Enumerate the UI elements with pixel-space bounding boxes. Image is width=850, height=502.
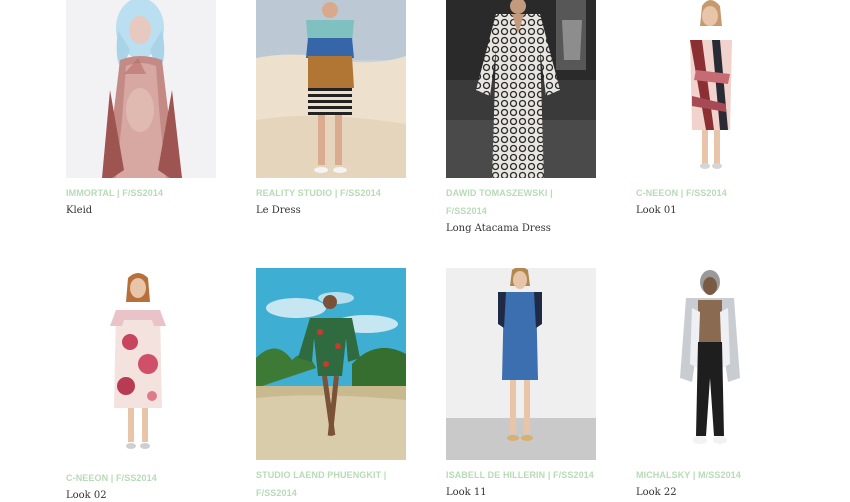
product-card-look-22[interactable]: MICHALSKY | M/SS2014 Look 22 [636, 268, 786, 502]
product-card-look-02[interactable]: C-NEEON | F/SS2014 Look 02 [66, 268, 216, 502]
product-photo [636, 268, 786, 460]
product-photo [66, 268, 216, 463]
product-card-le-dress[interactable]: REALITY STUDIO | F/SS2014 Le Dress [256, 0, 406, 220]
product-photo [256, 268, 406, 460]
product-card-kleid[interactable]: IMMORTAL | F/SS2014 Kleid [66, 0, 216, 220]
designer-label[interactable]: IMMORTAL | F/SS2014 [66, 184, 216, 202]
designer-label[interactable]: ISABELL DE HILLERIN | F/SS2014 [446, 466, 596, 484]
product-card-look-01[interactable]: C-NEEON | F/SS2014 Look 01 [636, 0, 786, 220]
product-title[interactable]: Look 02 [66, 487, 216, 502]
product-card-look-11[interactable]: ISABELL DE HILLERIN | F/SS2014 Look 11 [446, 268, 596, 502]
product-card-studio-laend[interactable]: STUDIO LAEND PHUENGKIT | F/SS2014 [256, 268, 406, 502]
product-image-look-01[interactable] [636, 0, 786, 178]
product-image-look-11[interactable] [446, 268, 596, 460]
product-photo [636, 0, 786, 178]
designer-label[interactable]: C-NEEON | F/SS2014 [66, 469, 216, 487]
product-title[interactable]: Long Atacama Dress [446, 220, 596, 238]
designer-label[interactable]: C-NEEON | F/SS2014 [636, 184, 786, 202]
product-image-look-22[interactable] [636, 268, 786, 460]
product-photo [446, 268, 596, 460]
product-photo [446, 0, 596, 178]
product-image-kleid[interactable] [66, 0, 216, 178]
designer-label[interactable]: MICHALSKY | M/SS2014 [636, 466, 786, 484]
designer-label[interactable]: REALITY STUDIO | F/SS2014 [256, 184, 406, 202]
product-title[interactable]: Look 22 [636, 484, 786, 502]
product-title[interactable]: Look 01 [636, 202, 786, 220]
product-image-studio-laend[interactable] [256, 268, 406, 460]
designer-label[interactable]: STUDIO LAEND PHUENGKIT | F/SS2014 [256, 466, 406, 502]
product-image-le-dress[interactable] [256, 0, 406, 178]
product-title[interactable]: Kleid [66, 202, 216, 220]
product-image-long-atacama-dress[interactable] [446, 0, 596, 178]
product-image-look-02[interactable] [66, 268, 216, 463]
product-photo [256, 0, 406, 178]
product-title[interactable]: Look 11 [446, 484, 596, 502]
product-title[interactable]: Le Dress [256, 202, 406, 220]
product-photo [66, 0, 216, 178]
designer-label[interactable]: DAWID TOMASZEWSKI | F/SS2014 [446, 184, 596, 220]
product-card-long-atacama-dress[interactable]: DAWID TOMASZEWSKI | F/SS2014 Long Atacam… [446, 0, 596, 238]
